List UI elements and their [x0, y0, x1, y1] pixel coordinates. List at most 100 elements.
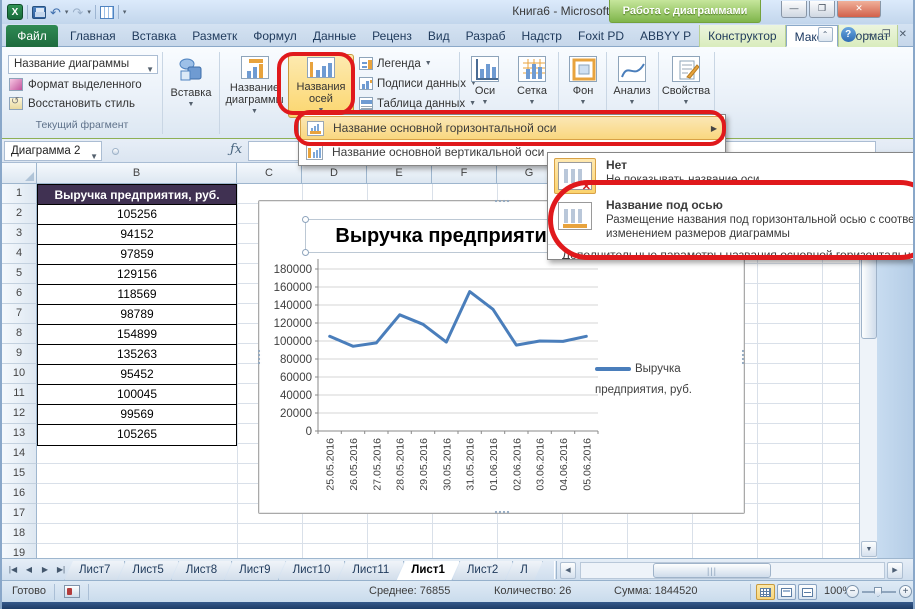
help-icon[interactable]: ?	[841, 27, 856, 42]
table-cell[interactable]: 135263	[38, 345, 236, 365]
zoom-slider-thumb[interactable]	[874, 587, 882, 597]
row-header[interactable]: 6	[2, 284, 37, 304]
ribbon-tab[interactable]: Вставка	[124, 25, 185, 47]
row-header[interactable]: 14	[2, 444, 37, 464]
row-header[interactable]: 15	[2, 464, 37, 484]
row-header[interactable]: 3	[2, 224, 37, 244]
row-header[interactable]: 13	[2, 424, 37, 444]
page-break-view-button[interactable]	[798, 584, 817, 600]
column-header[interactable]: F	[432, 163, 497, 184]
table-cell[interactable]: 129156	[38, 265, 236, 285]
ribbon-tab[interactable]: ABBYY P	[632, 25, 699, 47]
ribbon-tab[interactable]: Надстр	[513, 25, 570, 47]
ribbon-tab[interactable]: Данные	[305, 25, 364, 47]
sheet-tab[interactable]: Лист2	[452, 561, 513, 581]
sheet-tab[interactable]: Лист8	[171, 561, 232, 581]
column-header[interactable]: D	[302, 163, 367, 184]
tab-file[interactable]: Файл	[6, 25, 58, 47]
column-header[interactable]: E	[367, 163, 432, 184]
window-close-icon[interactable]: ✕	[899, 29, 907, 40]
ribbon-tab[interactable]: Foxit PD	[570, 25, 632, 47]
reset-style-button[interactable]: Восстановить стиль	[9, 97, 135, 110]
axis-titles-button[interactable]: Названия осей ▼	[288, 54, 354, 118]
normal-view-button[interactable]	[756, 584, 775, 600]
background-button[interactable]: Фон ▼	[562, 54, 604, 118]
zoom-in-icon[interactable]: +	[899, 585, 912, 598]
scroll-down-icon[interactable]: ▼	[861, 541, 877, 557]
sheet-tab[interactable]: Лист5	[117, 561, 178, 581]
tab-split-handle[interactable]	[554, 561, 557, 579]
column-header[interactable]: C	[237, 163, 302, 184]
prev-sheet-icon[interactable]: ◀	[22, 562, 36, 578]
ribbon-tab[interactable]: Главная	[62, 25, 124, 47]
submenu-option-none[interactable]: ✕ Нет Не показывать название оси	[548, 156, 915, 196]
chart-legend[interactable]: Выручка предприятия, руб.	[595, 359, 727, 401]
ribbon-tab[interactable]: Конструктор	[699, 25, 785, 47]
horizontal-scroll-thumb[interactable]: |||	[653, 563, 771, 578]
window-restore-icon[interactable]: ❐	[882, 29, 891, 40]
select-all-corner[interactable]	[2, 163, 37, 184]
chart-elements-combo[interactable]: Название диаграммы ▼	[8, 55, 158, 74]
hscroll-right-icon[interactable]: ▶	[887, 562, 903, 579]
row-header[interactable]: 5	[2, 264, 37, 284]
table-cell[interactable]: 99569	[38, 405, 236, 425]
row-header[interactable]: 1	[2, 184, 37, 204]
row-header[interactable]: 17	[2, 504, 37, 524]
sheet-tab[interactable]: Лист9	[224, 561, 285, 581]
column-header[interactable]: B	[37, 163, 237, 184]
page-layout-view-button[interactable]	[777, 584, 796, 600]
macro-record-icon[interactable]	[64, 585, 80, 598]
table-cell[interactable]: 154899	[38, 325, 236, 345]
properties-button[interactable]: Свойства ▼	[661, 54, 711, 118]
table-cell[interactable]: 95452	[38, 365, 236, 385]
submenu-option-title-below-axis[interactable]: Название под осью Размещение названия по…	[548, 196, 915, 243]
row-header[interactable]: 7	[2, 304, 37, 324]
row-header[interactable]: 18	[2, 524, 37, 544]
zoom-out-icon[interactable]: −	[846, 585, 859, 598]
name-box-resize-handle[interactable]	[112, 148, 119, 155]
table-cell[interactable]: 100045	[38, 385, 236, 405]
row-header[interactable]: 19	[2, 544, 37, 558]
table-cell[interactable]: 94152	[38, 225, 236, 245]
sheet-tab[interactable]: Лист1	[396, 561, 460, 581]
table-cell[interactable]: 97859	[38, 245, 236, 265]
table-cell[interactable]: 118569	[38, 285, 236, 305]
row-header[interactable]: 9	[2, 344, 37, 364]
data-table[interactable]: Выручка предприятия, руб. 10525694152978…	[37, 184, 237, 446]
insert-button[interactable]: Вставка ▼	[166, 54, 216, 118]
zoom-slider[interactable]	[862, 591, 896, 593]
hscroll-left-icon[interactable]: ◀	[560, 562, 576, 579]
legend-button[interactable]: Легенда▼	[359, 57, 432, 70]
first-sheet-icon[interactable]: |◀	[6, 562, 20, 578]
table-header-cell[interactable]: Выручка предприятия, руб.	[38, 185, 236, 205]
axes-button[interactable]: Оси ▼	[464, 54, 506, 118]
row-header[interactable]: 16	[2, 484, 37, 504]
format-selection-button[interactable]: Формат выделенного	[9, 78, 142, 91]
row-header[interactable]: 11	[2, 384, 37, 404]
name-box[interactable]: Диаграмма 2 ▼	[4, 141, 102, 161]
ribbon-tab[interactable]: Разметк	[184, 25, 245, 47]
ribbon-tab[interactable]: Реценз	[364, 25, 420, 47]
sheet-tab[interactable]: Лист10	[278, 561, 346, 581]
minimize-button[interactable]: —	[781, 1, 807, 18]
chart-title-button[interactable]: Название диаграммы ▼	[223, 54, 286, 118]
maximize-button[interactable]: ❐	[809, 1, 835, 18]
row-header[interactable]: 8	[2, 324, 37, 344]
ribbon-tab[interactable]: Вид	[420, 25, 458, 47]
next-sheet-icon[interactable]: ▶	[38, 562, 52, 578]
row-header[interactable]: 2	[2, 204, 37, 224]
row-header[interactable]: 10	[2, 364, 37, 384]
row-header[interactable]: 12	[2, 404, 37, 424]
table-cell[interactable]: 105256	[38, 205, 236, 225]
ribbon-tab[interactable]: Формул	[245, 25, 305, 47]
menu-item-horizontal-axis-title[interactable]: Название основной горизонтальной оси ▶	[300, 116, 724, 140]
window-minimize-icon[interactable]: —	[864, 29, 874, 40]
collapse-ribbon-icon[interactable]: ⌃	[818, 27, 833, 42]
analysis-button[interactable]: Анализ ▼	[609, 54, 655, 118]
close-button[interactable]: ✕	[837, 1, 881, 18]
row-header[interactable]: 4	[2, 244, 37, 264]
horizontal-scrollbar[interactable]: |||	[580, 562, 885, 579]
gridlines-button[interactable]: Сетка ▼	[509, 54, 555, 118]
insert-function-button[interactable]: ƒx	[230, 142, 242, 157]
table-cell[interactable]: 105265	[38, 425, 236, 445]
